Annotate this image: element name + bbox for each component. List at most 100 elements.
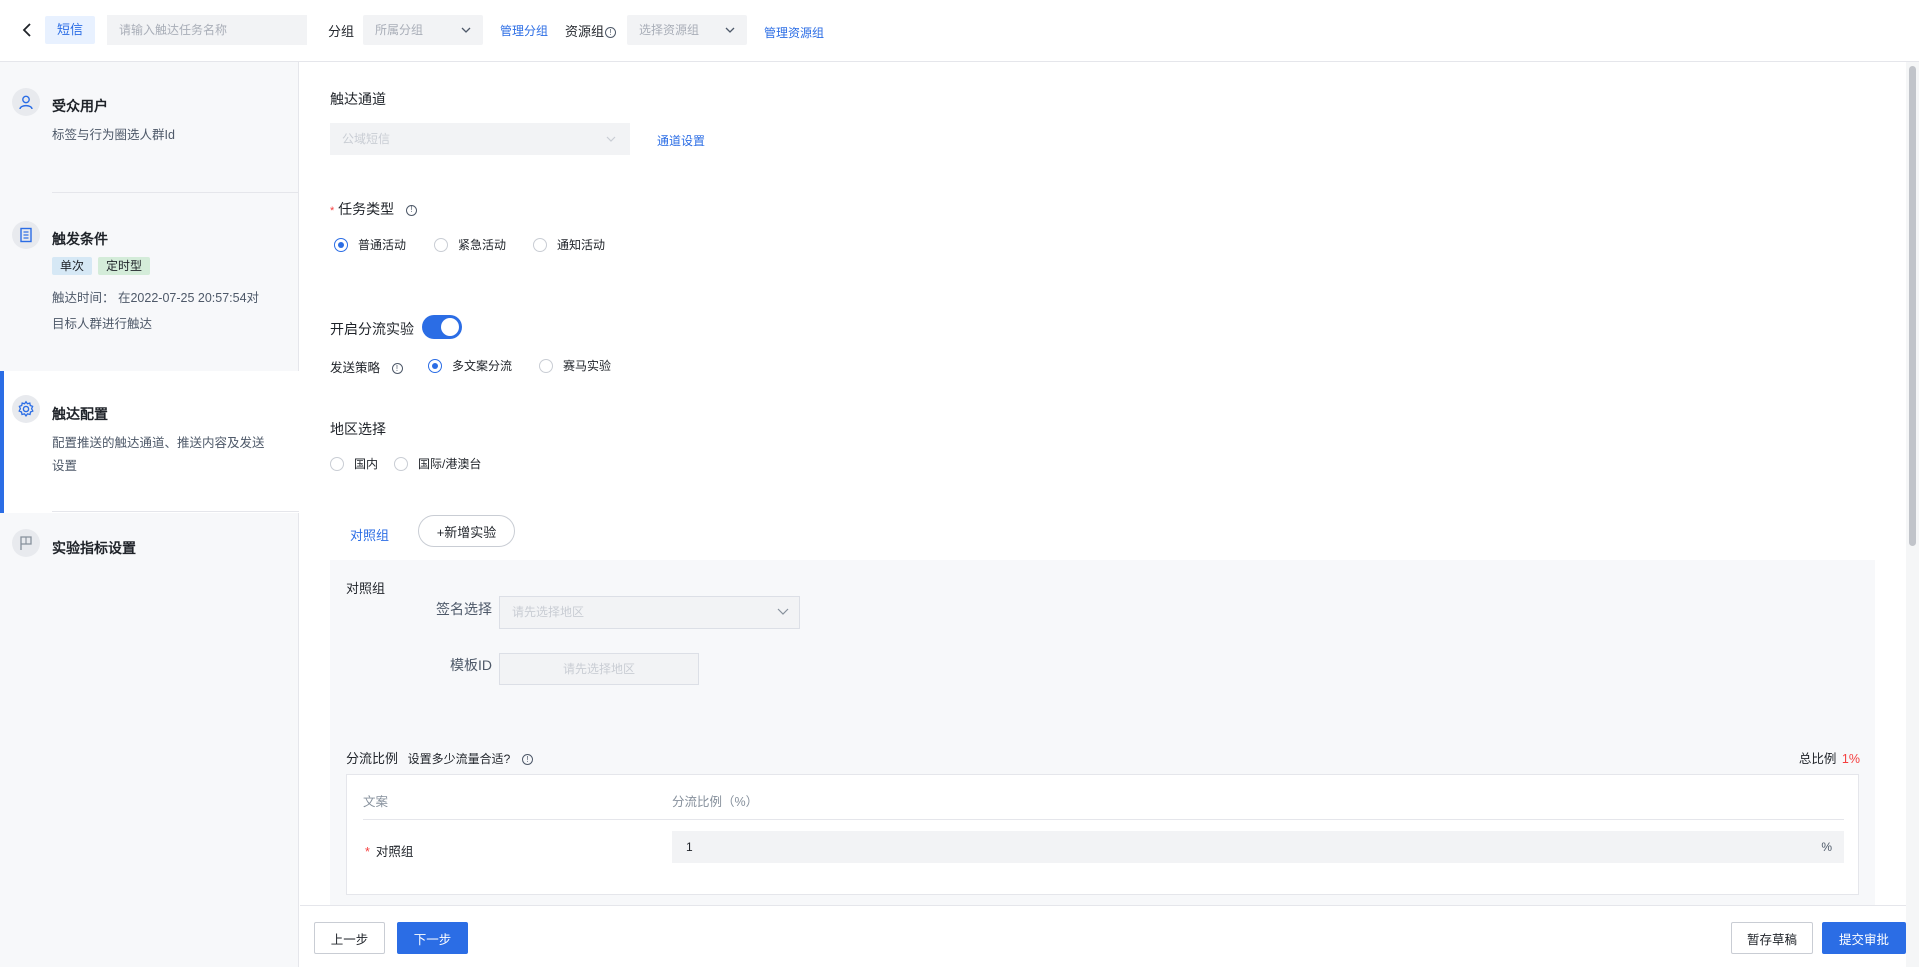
document-icon bbox=[12, 221, 40, 249]
signature-label: 签名选择 bbox=[436, 601, 492, 617]
col-header-ratio: 分流比例（%） bbox=[672, 795, 759, 809]
step-desc-2: 设置 bbox=[52, 459, 78, 473]
radio-dot[interactable] bbox=[539, 358, 553, 373]
required-mark: * bbox=[330, 205, 335, 217]
task-name-input[interactable] bbox=[107, 15, 307, 45]
control-group-title: 对照组 bbox=[346, 581, 386, 596]
radio-dot[interactable] bbox=[330, 456, 344, 471]
step-title: 触达配置 bbox=[52, 406, 108, 422]
step-reach-config[interactable]: 触达配置 配置推送的触达通道、推送内容及发送 设置 bbox=[0, 371, 299, 513]
radio-urgent-activity[interactable]: 紧急活动 bbox=[434, 236, 506, 253]
resource-group-select[interactable]: 选择资源组 bbox=[627, 15, 747, 45]
user-icon bbox=[12, 88, 40, 116]
group-label: 分组 bbox=[328, 24, 355, 39]
signature-select-placeholder: 请先选择地区 bbox=[512, 605, 585, 619]
step-desc: 标签与行为圈选人群Id bbox=[52, 128, 175, 142]
submit-approval-button[interactable]: 提交审批 bbox=[1822, 922, 1906, 954]
footer-actions: 上一步 下一步 暂存草稿 提交审批 bbox=[300, 905, 1906, 967]
ratio-input-value: 1 bbox=[686, 840, 693, 854]
step-metrics[interactable]: 实验指标设置 bbox=[0, 513, 299, 573]
step-desc: 配置推送的触达通道、推送内容及发送 bbox=[52, 436, 265, 450]
manage-resource-group-link[interactable]: 管理资源组 bbox=[764, 24, 824, 41]
trigger-time-desc-2: 目标人群进行触达 bbox=[52, 317, 153, 331]
required-mark: * bbox=[365, 845, 370, 859]
radio-normal-activity[interactable]: 普通活动 bbox=[334, 236, 406, 253]
region-title: 地区选择 bbox=[330, 421, 386, 437]
radio-horse-race[interactable]: 赛马实验 bbox=[539, 357, 611, 374]
ratio-input[interactable]: 1 % bbox=[672, 831, 1844, 863]
scheduled-tag: 定时型 bbox=[98, 257, 151, 275]
radio-domestic[interactable]: 国内 bbox=[330, 455, 378, 472]
channel-select-value: 公域短信 bbox=[342, 132, 391, 146]
split-ratio-section: 分流比例 设置多少流量合适? ! 总比例 1% 文案 分流比例（%） * 对照组 … bbox=[330, 734, 1875, 905]
split-ratio-header: 分流比例 设置多少流量合适? ! bbox=[346, 748, 533, 767]
main-content: 触达通道 公域短信 通道设置 * 任务类型 ! 普通活动 紧急活动 通知活动 开… bbox=[300, 62, 1906, 905]
radio-label: 赛马实验 bbox=[563, 359, 612, 373]
flag-icon bbox=[12, 529, 40, 557]
step-title: 实验指标设置 bbox=[52, 540, 136, 556]
manage-group-link[interactable]: 管理分组 bbox=[500, 22, 548, 39]
group-select-placeholder: 所属分组 bbox=[375, 23, 424, 37]
split-ratio-title: 分流比例 bbox=[346, 751, 399, 766]
signature-select[interactable]: 请先选择地区 bbox=[499, 596, 800, 629]
radio-label: 国内 bbox=[354, 457, 379, 471]
vertical-scrollbar[interactable] bbox=[1906, 62, 1919, 967]
split-experiment-toggle[interactable] bbox=[422, 315, 462, 339]
back-icon[interactable] bbox=[16, 18, 38, 42]
total-ratio-label: 总比例 bbox=[1798, 752, 1837, 766]
resource-group-label: 资源组! bbox=[565, 21, 617, 40]
radio-label: 通知活动 bbox=[557, 238, 606, 252]
save-draft-button[interactable]: 暂存草稿 bbox=[1731, 922, 1813, 954]
channel-section-title: 触达通道 bbox=[330, 91, 386, 107]
active-indicator bbox=[0, 371, 4, 513]
info-icon[interactable]: ! bbox=[406, 204, 418, 216]
radio-dot[interactable] bbox=[533, 237, 547, 252]
info-icon[interactable]: ! bbox=[521, 754, 533, 766]
info-icon[interactable]: ! bbox=[605, 27, 617, 39]
step-audience[interactable]: 受众用户 标签与行为圈选人群Id bbox=[0, 62, 299, 193]
radio-multi-copy-split[interactable]: 多文案分流 bbox=[428, 357, 512, 374]
resource-select-placeholder: 选择资源组 bbox=[639, 23, 700, 37]
step-title: 触发条件 bbox=[52, 231, 108, 247]
radio-dot[interactable] bbox=[334, 237, 348, 252]
step-title: 受众用户 bbox=[52, 98, 108, 114]
next-step-button[interactable]: 下一步 bbox=[397, 922, 468, 954]
total-ratio-value: 1% bbox=[1841, 752, 1860, 766]
radio-international[interactable]: 国际/港澳台 bbox=[394, 455, 481, 472]
scrollbar-thumb[interactable] bbox=[1909, 66, 1916, 546]
once-tag: 单次 bbox=[52, 257, 93, 275]
split-ratio-hint: 设置多少流量合适? bbox=[407, 752, 511, 766]
template-id-input[interactable]: 请先选择地区 bbox=[499, 653, 699, 685]
info-icon[interactable]: ! bbox=[391, 363, 403, 375]
group-select[interactable]: 所属分组 bbox=[363, 15, 483, 45]
task-type-title: * 任务类型 ! bbox=[330, 199, 418, 219]
radio-label: 国际/港澳台 bbox=[418, 457, 482, 471]
gear-icon bbox=[12, 395, 40, 423]
radio-label: 紧急活动 bbox=[458, 238, 507, 252]
radio-notify-activity[interactable]: 通知活动 bbox=[533, 236, 605, 253]
table-row-name: * 对照组 bbox=[365, 841, 413, 860]
chevron-down-icon bbox=[461, 27, 471, 33]
trigger-tags: 单次 定时型 bbox=[52, 257, 156, 275]
divider bbox=[52, 511, 299, 512]
radio-dot[interactable] bbox=[428, 358, 442, 373]
top-header: 短信 分组 所属分组 管理分组 资源组! 选择资源组 管理资源组 bbox=[0, 0, 1919, 62]
chevron-down-icon bbox=[777, 608, 789, 615]
percent-unit: % bbox=[1821, 840, 1832, 854]
radio-dot[interactable] bbox=[434, 237, 448, 252]
trigger-time-desc: 触达时间： 在2022-07-25 20:57:54对 bbox=[52, 291, 260, 305]
tab-control-group[interactable]: 对照组 bbox=[350, 525, 389, 544]
channel-settings-link[interactable]: 通道设置 bbox=[657, 132, 705, 149]
col-header-copy: 文案 bbox=[363, 795, 389, 809]
prev-step-button[interactable]: 上一步 bbox=[314, 922, 385, 954]
task-type-label: 任务类型 bbox=[338, 201, 395, 217]
channel-select: 公域短信 bbox=[330, 123, 630, 155]
chevron-down-icon bbox=[606, 136, 616, 142]
radio-label: 多文案分流 bbox=[452, 359, 513, 373]
add-experiment-button[interactable]: +新增实验 bbox=[418, 515, 515, 547]
row-name-text: 对照组 bbox=[375, 845, 414, 859]
template-id-label: 模板ID bbox=[450, 657, 492, 673]
split-ratio-table: 文案 分流比例（%） * 对照组 1 % bbox=[346, 774, 1859, 895]
radio-label: 普通活动 bbox=[358, 238, 407, 252]
radio-dot[interactable] bbox=[394, 456, 408, 471]
